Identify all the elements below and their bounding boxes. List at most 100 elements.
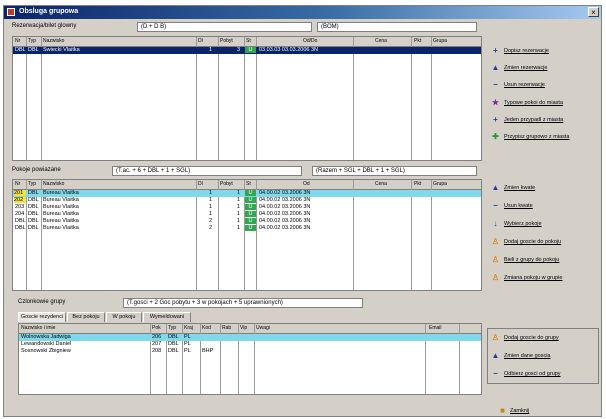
- cell-name: Bureau Vlaitka: [43, 190, 79, 196]
- main-reservation-grid[interactable]: Nr Typ Nazwisko Dl Pobyt St Od/Do Cena P…: [12, 36, 482, 161]
- cell-nr: 202: [14, 197, 26, 203]
- edit-icon: ▲: [491, 183, 500, 192]
- main-reservation-header: Rezerwacja/bilet glowny (D + D B) (BOM): [12, 22, 482, 33]
- col-nazwisko[interactable]: Nazwisko: [43, 181, 103, 187]
- col-dl[interactable]: Dl: [198, 181, 216, 187]
- cell-typ: DBL: [168, 334, 179, 340]
- cell-status: U: [245, 47, 256, 53]
- main-reservation-field-text: (D + D B): [141, 24, 167, 30]
- take-from-group-button[interactable]: ♙ Bieli z grupy do pokoju: [487, 253, 599, 267]
- col-st[interactable]: St: [246, 38, 254, 44]
- col-typ[interactable]: Typ: [28, 181, 40, 187]
- cell-nr: 201: [14, 190, 26, 196]
- col-pkt[interactable]: Pkt: [414, 38, 428, 44]
- col-pobyt[interactable]: Pobyt: [220, 38, 242, 44]
- col-kraj[interactable]: Kraj: [184, 325, 198, 331]
- cell-pobyt: 1: [237, 190, 241, 196]
- col-pkt[interactable]: Pkt: [414, 181, 428, 187]
- edit-icon: ▲: [491, 63, 500, 72]
- cell-name: Lewandowski Daniel: [21, 341, 72, 347]
- cell-od: 04.00.02 03.2006 3N: [259, 211, 311, 217]
- tab-in-room[interactable]: W pokoju: [106, 312, 142, 322]
- col-pobyt[interactable]: Pobyt: [220, 181, 242, 187]
- col-nazwisko[interactable]: Nazwisko: [43, 38, 103, 44]
- guest-row[interactable]: Wolnowska Jadwiga 206 DBL PL: [19, 334, 481, 341]
- rooms-grid[interactable]: Nr Typ Nazwisko Dl Pobyt St Od Cena Pkt …: [12, 179, 482, 291]
- delete-room-button[interactable]: − Usun kwate: [487, 199, 599, 213]
- close-button[interactable]: ■ Zamknij: [496, 405, 546, 416]
- single-assign-label: Jeden przypadl z miasta: [504, 117, 564, 123]
- col-name[interactable]: Nazwisko i imie: [21, 325, 91, 331]
- col-od-do[interactable]: Od/Do: [303, 38, 333, 44]
- col-vip[interactable]: Vip: [240, 325, 252, 331]
- delete-reservation-button[interactable]: − Usun rezerwacje: [487, 78, 599, 92]
- cell-status: U: [245, 197, 256, 203]
- change-reservation-button[interactable]: ▲ Zmien rezerwacje: [487, 61, 599, 75]
- col-cena[interactable]: Cena: [375, 181, 400, 187]
- room-row[interactable]: 202 DBL Bureau Vlaitka 1 1 U 04.00.02 03…: [13, 197, 481, 204]
- guests-grid[interactable]: Nazwisko i imie Pok Typ Kraj Kod Rab Vip…: [18, 323, 482, 395]
- main-reservation-field-2: (BOM): [317, 22, 477, 32]
- change-room-in-group-button[interactable]: ♙ Zmiana pokoju w grupie: [487, 271, 599, 285]
- col-kod[interactable]: Kod: [202, 325, 218, 331]
- cell-kraj: PL: [184, 334, 191, 340]
- col-grupa[interactable]: Grupa: [433, 38, 458, 44]
- add-guests-to-room-button[interactable]: ♙ Dodaj goscie do pokoju: [487, 235, 599, 249]
- col-grupa[interactable]: Grupa: [433, 181, 458, 187]
- change-room-button[interactable]: ▲ Zmien kwate: [487, 181, 599, 195]
- cell-typ: DBL: [168, 348, 179, 354]
- select-rooms-label: Wybierz pokoje: [504, 221, 542, 227]
- cell-name: Sosnowski Zbigniew: [21, 348, 71, 354]
- cell-status: U: [245, 211, 256, 217]
- add-group-icon: ✚: [492, 132, 499, 141]
- cell-dl: 1: [209, 190, 213, 196]
- add-reservation-button[interactable]: + Dopisz rezerwacje: [487, 44, 599, 58]
- typical-rooms-label: Typowe pokoi do miasta: [504, 100, 564, 106]
- group-assign-button[interactable]: ✚ Przypisz grupowo z miasta: [487, 130, 599, 144]
- cell-nr: DBL: [15, 225, 26, 231]
- col-typ[interactable]: Typ: [168, 325, 182, 331]
- room-row[interactable]: 204 DBL Bureau Vlaitka 1 1 U 04.00.02 03…: [13, 211, 481, 218]
- room-row[interactable]: 203 DBL Bureau Vlaitka 1 1 U 04.00.02 03…: [13, 204, 481, 211]
- group-summary-text: (T.gosci + 2 Goc pobytu + 3 w pokojach +…: [127, 300, 283, 306]
- col-uwagi[interactable]: Uwagi: [256, 325, 296, 331]
- cell-dl: 1: [209, 47, 213, 53]
- room-row[interactable]: DBL DBL Bureau Vlaitka 2 1 U 04.00.02 03…: [13, 218, 481, 225]
- change-guest-data-button[interactable]: ▲ Zmien dane goscia: [487, 349, 599, 363]
- col-email[interactable]: Email: [429, 325, 459, 331]
- minus-icon: −: [493, 80, 498, 89]
- cell-pobyt: 3: [237, 47, 241, 53]
- tab-guests-resident[interactable]: Goscie rezydenci: [18, 312, 66, 322]
- col-rab[interactable]: Rab: [222, 325, 236, 331]
- col-nr[interactable]: Nr: [15, 181, 25, 187]
- single-assign-button[interactable]: + Jeden przypadl z miasta: [487, 113, 599, 127]
- main-reservation-label: Rezerwacja/bilet glowny: [12, 23, 77, 29]
- room-row[interactable]: DBL DBL Bureau Vlaitka 2 1 U 04.00.02 03…: [13, 225, 481, 232]
- col-pok[interactable]: Pok: [152, 325, 166, 331]
- col-typ[interactable]: Typ: [28, 38, 40, 44]
- close-window-button[interactable]: ×: [588, 7, 599, 17]
- guest-row[interactable]: Sosnowski Zbigniew 208 DBL PL BHP: [19, 348, 481, 355]
- col-cena[interactable]: Cena: [375, 38, 400, 44]
- add-guests-to-room-label: Dodaj goscie do pokoju: [504, 239, 562, 245]
- select-rooms-button[interactable]: ↓ Wybierz pokoje: [487, 217, 599, 231]
- remove-guests-button[interactable]: − Odbierz gosci od grupy: [487, 367, 599, 381]
- typical-rooms-button[interactable]: ★ Typowe pokoi do miasta: [487, 96, 599, 110]
- title-bar: Obsluga grupowa ×: [4, 6, 601, 19]
- main-reservation-field-2-text: (BOM): [321, 24, 339, 30]
- tab-checked-out[interactable]: Wymeldowani: [143, 312, 191, 322]
- cell-name: Bureau Vlaitka: [43, 225, 79, 231]
- arrow-down-icon: ↓: [493, 219, 498, 228]
- col-od[interactable]: Od: [303, 181, 333, 187]
- main-grid-row[interactable]: DBL DBL Swiecki Vlaitka 1 3 U 03.03.03 0…: [13, 47, 481, 54]
- col-nr[interactable]: Nr: [15, 38, 25, 44]
- cell-kod: BHP: [202, 348, 214, 354]
- col-dl[interactable]: Dl: [198, 38, 216, 44]
- tab-no-room[interactable]: Bez pokoju: [67, 312, 105, 322]
- guest-row[interactable]: Lewandowski Daniel 207 DBL PL: [19, 341, 481, 348]
- col-st[interactable]: St: [246, 181, 254, 187]
- change-room-in-group-label: Zmiana pokoju w grupie: [504, 275, 563, 281]
- room-row[interactable]: 201 DBL Bureau Vlaitka 1 1 U 04.00.02 03…: [13, 190, 481, 197]
- group-booking-window: Obsluga grupowa × Rezerwacja/bilet glown…: [3, 5, 602, 417]
- add-guests-to-group-button[interactable]: ♙ Dodaj goscie do grupy: [487, 331, 599, 345]
